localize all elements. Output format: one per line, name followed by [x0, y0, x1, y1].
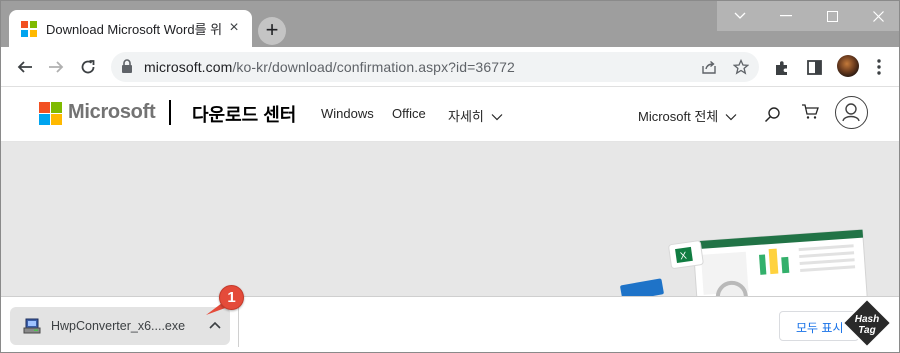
share-button[interactable]: [700, 58, 718, 76]
chevron-down-icon: [734, 12, 746, 19]
arrow-right-icon: [49, 61, 64, 73]
microsoft-favicon-icon: [21, 20, 37, 37]
lock-icon[interactable]: [121, 59, 133, 74]
new-tab-button[interactable]: +: [258, 17, 286, 45]
cart-icon: [802, 103, 819, 119]
side-panel-icon: [806, 59, 822, 75]
back-button[interactable]: [11, 53, 39, 81]
more-vertical-icon: [877, 59, 881, 75]
header-divider: [169, 100, 171, 125]
cart-button[interactable]: [801, 102, 819, 120]
nav-more[interactable]: 자세히: [448, 106, 503, 125]
arrow-left-icon: [17, 61, 32, 73]
account-button[interactable]: [835, 96, 868, 129]
all-microsoft-menu[interactable]: Microsoft 전체: [638, 106, 737, 125]
tab-title: Download Microsoft Word를 위: [46, 22, 222, 37]
url-path: /ko-kr/download/confirmation.aspx?id=367…: [232, 59, 515, 75]
tab-close-icon[interactable]: ×: [226, 20, 242, 37]
browser-window: Download Microsoft Word를 위 × + microsoft…: [0, 0, 900, 353]
all-microsoft-label: Microsoft 전체: [638, 109, 719, 124]
forward-button[interactable]: [42, 53, 70, 81]
office-devices-illustration: X: [620, 229, 869, 296]
step-number-badge: 1: [219, 285, 244, 310]
page-content: X: [1, 142, 899, 296]
tab-strip: Download Microsoft Word를 위 × +: [1, 1, 899, 47]
minimize-button[interactable]: [763, 1, 809, 31]
share-icon: [702, 60, 716, 74]
nav-office[interactable]: Office: [392, 106, 426, 121]
browser-toolbar: microsoft.com/ko-kr/download/confirmatio…: [1, 47, 899, 87]
site-header: Microsoft 다운로드 센터 Windows Office 자세히 Mic…: [1, 87, 899, 142]
browser-tab[interactable]: Download Microsoft Word를 위 ×: [9, 10, 252, 47]
installer-file-icon: [23, 318, 41, 334]
nav-windows[interactable]: Windows: [321, 106, 374, 121]
url-text: microsoft.com/ko-kr/download/confirmatio…: [144, 59, 515, 75]
tab-search-button[interactable]: [717, 1, 763, 31]
puzzle-icon: [775, 60, 787, 75]
hashtag-watermark-logo: Hash Tag: [841, 297, 893, 349]
microsoft-wordmark[interactable]: Microsoft: [68, 101, 156, 124]
bookmark-button[interactable]: [732, 58, 750, 76]
user-icon: [842, 103, 860, 122]
close-window-button[interactable]: [855, 1, 899, 31]
chevron-down-icon: [725, 114, 737, 121]
download-shelf-divider: [238, 307, 239, 347]
maximize-button[interactable]: [809, 1, 855, 31]
address-bar[interactable]: microsoft.com/ko-kr/download/confirmatio…: [111, 52, 759, 82]
maximize-icon: [826, 10, 838, 22]
side-panel-button[interactable]: [804, 57, 824, 77]
chevron-up-icon[interactable]: [208, 318, 222, 332]
reload-button[interactable]: [74, 53, 102, 81]
watermark-line-1: Hash: [855, 314, 879, 325]
download-item[interactable]: HwpConverter_x6....exe: [10, 307, 230, 345]
nav-more-label: 자세히: [448, 109, 484, 124]
search-icon: [764, 106, 780, 122]
star-icon: [733, 59, 749, 75]
url-host: microsoft.com: [144, 59, 233, 75]
minimize-icon: [780, 15, 792, 17]
profile-avatar[interactable]: [837, 55, 859, 77]
microsoft-logo-icon[interactable]: [39, 102, 62, 125]
chevron-down-icon: [491, 114, 502, 121]
menu-button[interactable]: [869, 57, 889, 77]
download-shelf: HwpConverter_x6....exe 모두 표시: [1, 296, 899, 352]
extensions-button[interactable]: [772, 57, 792, 77]
close-icon: [872, 10, 884, 22]
watermark-line-2: Tag: [858, 325, 875, 336]
site-search-button[interactable]: [763, 105, 781, 123]
reload-icon: [81, 60, 95, 74]
download-center-title[interactable]: 다운로드 센터: [192, 101, 296, 127]
download-file-name: HwpConverter_x6....exe: [51, 319, 186, 333]
